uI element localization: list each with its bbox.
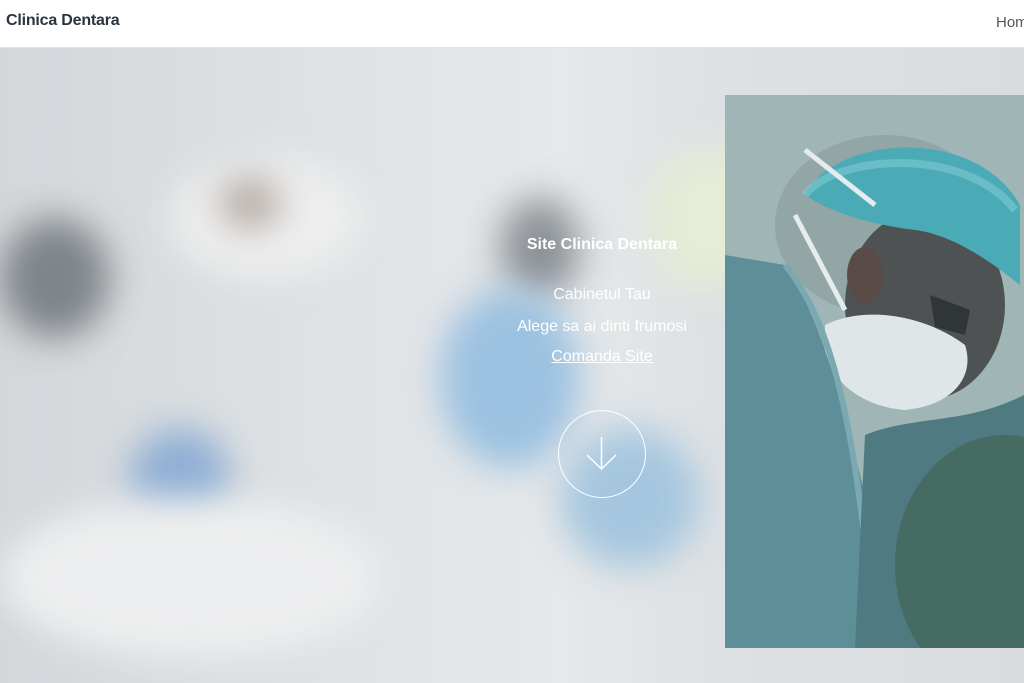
surgeon-photo (725, 95, 1024, 648)
order-site-link[interactable]: Comanda Site (452, 348, 752, 366)
surgeon-illustration (725, 95, 1024, 648)
nav-link-home[interactable]: Hom (996, 14, 1024, 31)
brand-logo[interactable]: Clinica Dentara (6, 12, 120, 30)
hero-title: Site Clinica Dentara (526, 236, 678, 253)
hero-tagline: Alege sa ai dinti frumosi (517, 318, 687, 335)
navbar: Clinica Dentara Hom (0, 0, 1024, 48)
arrow-down-circle-icon (586, 437, 617, 471)
hero-section: Site Clinica Dentara Cabinetul Tau Alege… (0, 48, 1024, 683)
hero-subtitle: Cabinetul Tau (553, 286, 651, 303)
scroll-down-button[interactable] (558, 410, 646, 498)
